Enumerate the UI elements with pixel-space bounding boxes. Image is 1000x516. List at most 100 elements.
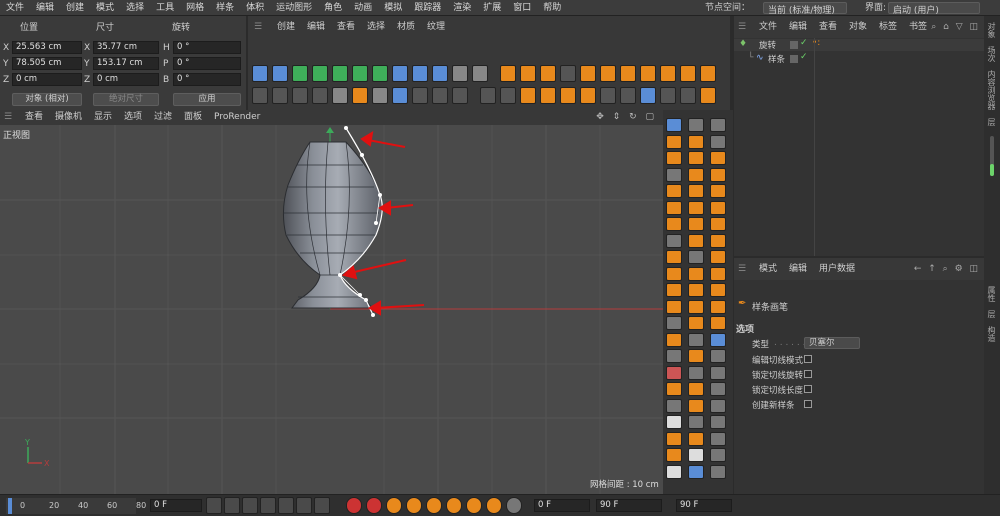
- goto-start-icon[interactable]: [206, 497, 222, 514]
- attribute-menu-item[interactable]: 编辑: [783, 264, 813, 274]
- move-key-icon[interactable]: [406, 497, 422, 514]
- menu-item[interactable]: 跟踪器: [408, 0, 447, 16]
- palette-tool-icon[interactable]: [710, 283, 726, 297]
- end-frame-field[interactable]: 90 F: [596, 499, 662, 512]
- palette-tool-icon[interactable]: [666, 349, 682, 363]
- palette-tool-icon[interactable]: [688, 167, 704, 182]
- gear-generator-icon[interactable]: [332, 65, 348, 82]
- current-frame-field[interactable]: 0 F: [150, 499, 202, 512]
- object-row-rotate[interactable]: ♦ 旋转 ✓ •:: [734, 38, 984, 51]
- menu-item[interactable]: 工具: [150, 0, 180, 16]
- interface-select[interactable]: 启动 (用户): [888, 2, 980, 16]
- node-space-select[interactable]: 当前 (标准/物理): [763, 2, 847, 16]
- viewport-menu-item[interactable]: 选项: [118, 110, 148, 125]
- deformer-icon[interactable]: [372, 65, 388, 82]
- subdivision-icon[interactable]: [292, 65, 308, 82]
- palette-tool-icon[interactable]: [710, 217, 726, 231]
- key-options-icon[interactable]: [386, 497, 402, 514]
- palette-tool-icon[interactable]: [710, 266, 726, 281]
- menu-item[interactable]: 选择: [120, 0, 150, 16]
- palette-tool-icon[interactable]: [710, 365, 726, 380]
- field-icon[interactable]: [392, 65, 408, 82]
- side-tab[interactable]: 层: [986, 118, 997, 126]
- rotate-key-icon[interactable]: [426, 497, 442, 514]
- option-checkbox[interactable]: [804, 370, 812, 378]
- s-icon[interactable]: [332, 87, 348, 104]
- position-y-field[interactable]: 78.505 cm: [12, 57, 82, 70]
- palette-tool-icon[interactable]: [666, 382, 682, 396]
- palette-tool-icon[interactable]: [666, 200, 682, 215]
- tool-menu-item[interactable]: 编辑: [301, 22, 331, 32]
- render-region-icon[interactable]: [252, 87, 268, 104]
- rotate-icon[interactable]: [560, 87, 576, 104]
- palette-tool-icon[interactable]: [666, 448, 682, 462]
- tool-menu-item[interactable]: 选择: [361, 22, 391, 32]
- palette-tool-icon[interactable]: [710, 464, 726, 479]
- edge-icon[interactable]: [620, 87, 636, 104]
- palette-tool-icon[interactable]: [710, 184, 726, 198]
- timeline-icon[interactable]: [506, 497, 522, 514]
- viewport-menu-item[interactable]: 过滤: [148, 110, 178, 125]
- palette-tool-icon[interactable]: [688, 382, 704, 396]
- menu-item[interactable]: 编辑: [30, 0, 60, 16]
- menu-item[interactable]: 体积: [240, 0, 270, 16]
- palette-tool-icon[interactable]: [666, 398, 682, 413]
- next-frame-icon[interactable]: [278, 497, 294, 514]
- palette-tool-icon[interactable]: [688, 184, 704, 198]
- object-row-spline[interactable]: └ ∿ 样条 ✓: [734, 52, 984, 65]
- palette-tool-icon[interactable]: [710, 167, 726, 182]
- param-key-icon[interactable]: [466, 497, 482, 514]
- render-view-icon[interactable]: [272, 87, 288, 104]
- viewport-menu-item[interactable]: 摄像机: [49, 110, 88, 125]
- palette-tool-icon[interactable]: [688, 266, 704, 281]
- up-icon[interactable]: [660, 65, 676, 82]
- palette-tool-icon[interactable]: [688, 233, 704, 248]
- size-mode-select[interactable]: 绝对尺寸: [93, 93, 159, 106]
- position-x-field[interactable]: 25.563 cm: [12, 41, 82, 54]
- snap-icon[interactable]: [392, 87, 408, 104]
- palette-tool-icon[interactable]: [710, 299, 726, 314]
- palette-tool-icon[interactable]: [710, 448, 726, 462]
- object-menu-item[interactable]: 书签: [903, 22, 933, 32]
- palette-tool-icon[interactable]: [666, 365, 682, 380]
- palette-tool-icon[interactable]: [688, 151, 704, 165]
- f-icon[interactable]: [580, 65, 596, 82]
- menu-item[interactable]: 窗口: [507, 0, 537, 16]
- left-icon[interactable]: [620, 65, 636, 82]
- palette-tool-icon[interactable]: [710, 134, 726, 149]
- viewport-menu-item[interactable]: 查看: [19, 110, 49, 125]
- palette-tool-icon[interactable]: [710, 316, 726, 330]
- menu-item[interactable]: 创建: [60, 0, 90, 16]
- palette-tool-icon[interactable]: [666, 151, 682, 165]
- palette-tool-icon[interactable]: [710, 349, 726, 363]
- palette-tool-icon[interactable]: [710, 431, 726, 446]
- palette-tool-icon[interactable]: [688, 365, 704, 380]
- next-key-icon[interactable]: [296, 497, 312, 514]
- redo-icon[interactable]: [500, 87, 516, 104]
- auto-key-icon[interactable]: [366, 497, 382, 514]
- viewport-menu-item[interactable]: 面板: [178, 110, 208, 125]
- spline-pen-icon[interactable]: [272, 65, 288, 82]
- playhead[interactable]: [8, 498, 12, 514]
- palette-tool-icon[interactable]: [688, 316, 704, 330]
- camera-icon[interactable]: [452, 65, 468, 82]
- palette-tool-icon[interactable]: [710, 118, 726, 132]
- palette-tool-icon[interactable]: [688, 299, 704, 314]
- apply-button[interactable]: 应用: [173, 93, 241, 106]
- attribute-menu-item[interactable]: 用户数据: [813, 264, 861, 274]
- menu-item[interactable]: 样条: [210, 0, 240, 16]
- menu-item[interactable]: 渲染: [447, 0, 477, 16]
- size-x-field[interactable]: 35.77 cm: [93, 41, 159, 54]
- size-y-field[interactable]: 153.17 cm: [93, 57, 159, 70]
- workplane-icon[interactable]: [432, 87, 448, 104]
- array-icon[interactable]: [312, 65, 328, 82]
- palette-tool-icon[interactable]: [688, 398, 704, 413]
- side-tab[interactable]: 层: [986, 310, 997, 318]
- coord-mode-select[interactable]: 对象 (相对): [12, 93, 82, 106]
- palette-tool-icon[interactable]: [688, 118, 704, 132]
- object-manager-tools-icons[interactable]: ⌕ ⌂ ▽ ◫: [931, 16, 980, 38]
- light-icon[interactable]: [472, 65, 488, 82]
- palette-tool-icon[interactable]: [688, 200, 704, 215]
- palette-tool-icon[interactable]: [666, 134, 682, 149]
- tool-menu-item[interactable]: 查看: [331, 22, 361, 32]
